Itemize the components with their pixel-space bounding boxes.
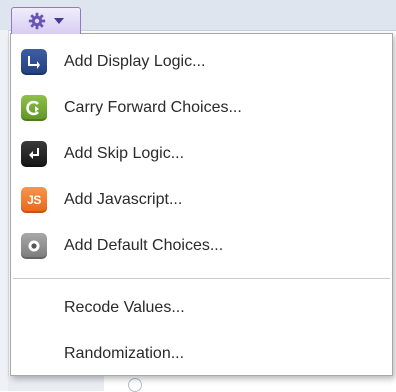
options-dropdown-menu: Add Display Logic... Carry Forward Choic… <box>10 33 393 376</box>
menu-item-add-skip-logic[interactable]: Add Skip Logic... <box>11 131 392 177</box>
skip-logic-icon <box>21 141 47 167</box>
gear-menu-button[interactable] <box>11 7 81 34</box>
javascript-icon: JS <box>21 187 47 213</box>
menu-item-label: Randomization... <box>64 345 185 362</box>
carry-forward-icon <box>21 95 47 121</box>
radio-button[interactable] <box>128 378 142 392</box>
menu-item-recode-values[interactable]: Recode Values... <box>11 285 392 331</box>
menu-item-label: Add Skip Logic... <box>64 145 185 162</box>
menu-item-label: Carry Forward Choices... <box>64 99 242 116</box>
menu-item-add-display-logic[interactable]: Add Display Logic... <box>11 39 392 85</box>
gear-icon <box>28 12 46 30</box>
display-logic-icon <box>21 49 47 75</box>
menu-item-randomization[interactable]: Randomization... <box>11 331 392 377</box>
menu-item-add-javascript[interactable]: JS Add Javascript... <box>11 177 392 223</box>
menu-item-add-default-choices[interactable]: Add Default Choices... <box>11 223 392 269</box>
menu-item-label: Recode Values... <box>64 299 185 316</box>
page-bottom-panel <box>8 376 104 391</box>
menu-item-label: Add Display Logic... <box>64 53 206 70</box>
menu-item-label: Add Javascript... <box>64 191 183 208</box>
menu-item-carry-forward-choices[interactable]: Carry Forward Choices... <box>11 85 392 131</box>
default-choices-icon <box>21 233 47 259</box>
menu-item-label: Add Default Choices... <box>64 237 224 254</box>
caret-down-icon <box>54 18 64 24</box>
page-left-edge <box>0 30 9 391</box>
javascript-icon-text: JS <box>27 193 41 207</box>
menu-separator <box>13 278 390 279</box>
